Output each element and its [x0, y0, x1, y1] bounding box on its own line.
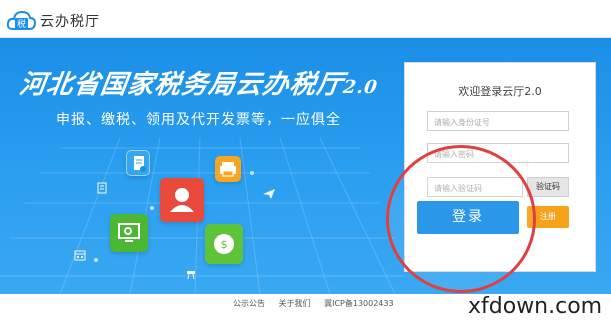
- document-icon: [126, 150, 150, 176]
- id-number-placeholder: 请输入身份证号: [434, 118, 490, 127]
- monitor-icon: [110, 214, 148, 252]
- highlight-circle: [386, 145, 536, 293]
- footer-link-notices[interactable]: 公示公告: [233, 299, 265, 308]
- footer-link-about[interactable]: 关于我们: [279, 299, 311, 308]
- paper-plane-icon: [262, 188, 276, 203]
- watermark: xfdown.com: [468, 294, 603, 319]
- captcha-button[interactable]: 验证码: [527, 177, 569, 197]
- app-title: 云办税厅: [40, 14, 100, 30]
- login-title: 欢迎登录云厅2.0: [458, 85, 542, 98]
- banner-subtitle: 申报、缴税、领用及代开发票等，一应俱全: [56, 112, 341, 128]
- banner-title: 河北省国家税务局云办税厅2.0: [17, 64, 381, 101]
- svg-text:$: $: [221, 238, 228, 251]
- cloud-tax-logo-icon[interactable]: 税: [6, 7, 37, 33]
- user-icon: [160, 178, 204, 222]
- banner-title-main: 河北省国家税务局云办税厅: [17, 70, 346, 100]
- footer-icp: 冀ICP备13002433: [324, 299, 394, 308]
- coin-icon: $: [205, 224, 243, 264]
- calendar-icon: [74, 249, 86, 264]
- logo-char: 税: [17, 18, 26, 30]
- id-number-input[interactable]: 请输入身份证号: [427, 111, 569, 131]
- list-icon: [96, 182, 108, 197]
- page: 税 云办税厅 河北省国家税务局云办税厅2.0 申报、缴税、领用及代开发票等，一应…: [0, 0, 611, 328]
- footer-links: 公示公告 关于我们 冀ICP备13002433: [233, 298, 405, 309]
- printer-icon: [215, 156, 241, 182]
- header-bar: 税 云办税厅: [0, 0, 611, 38]
- banner-title-version: 2.0: [341, 77, 380, 98]
- stand-icon: [186, 270, 196, 283]
